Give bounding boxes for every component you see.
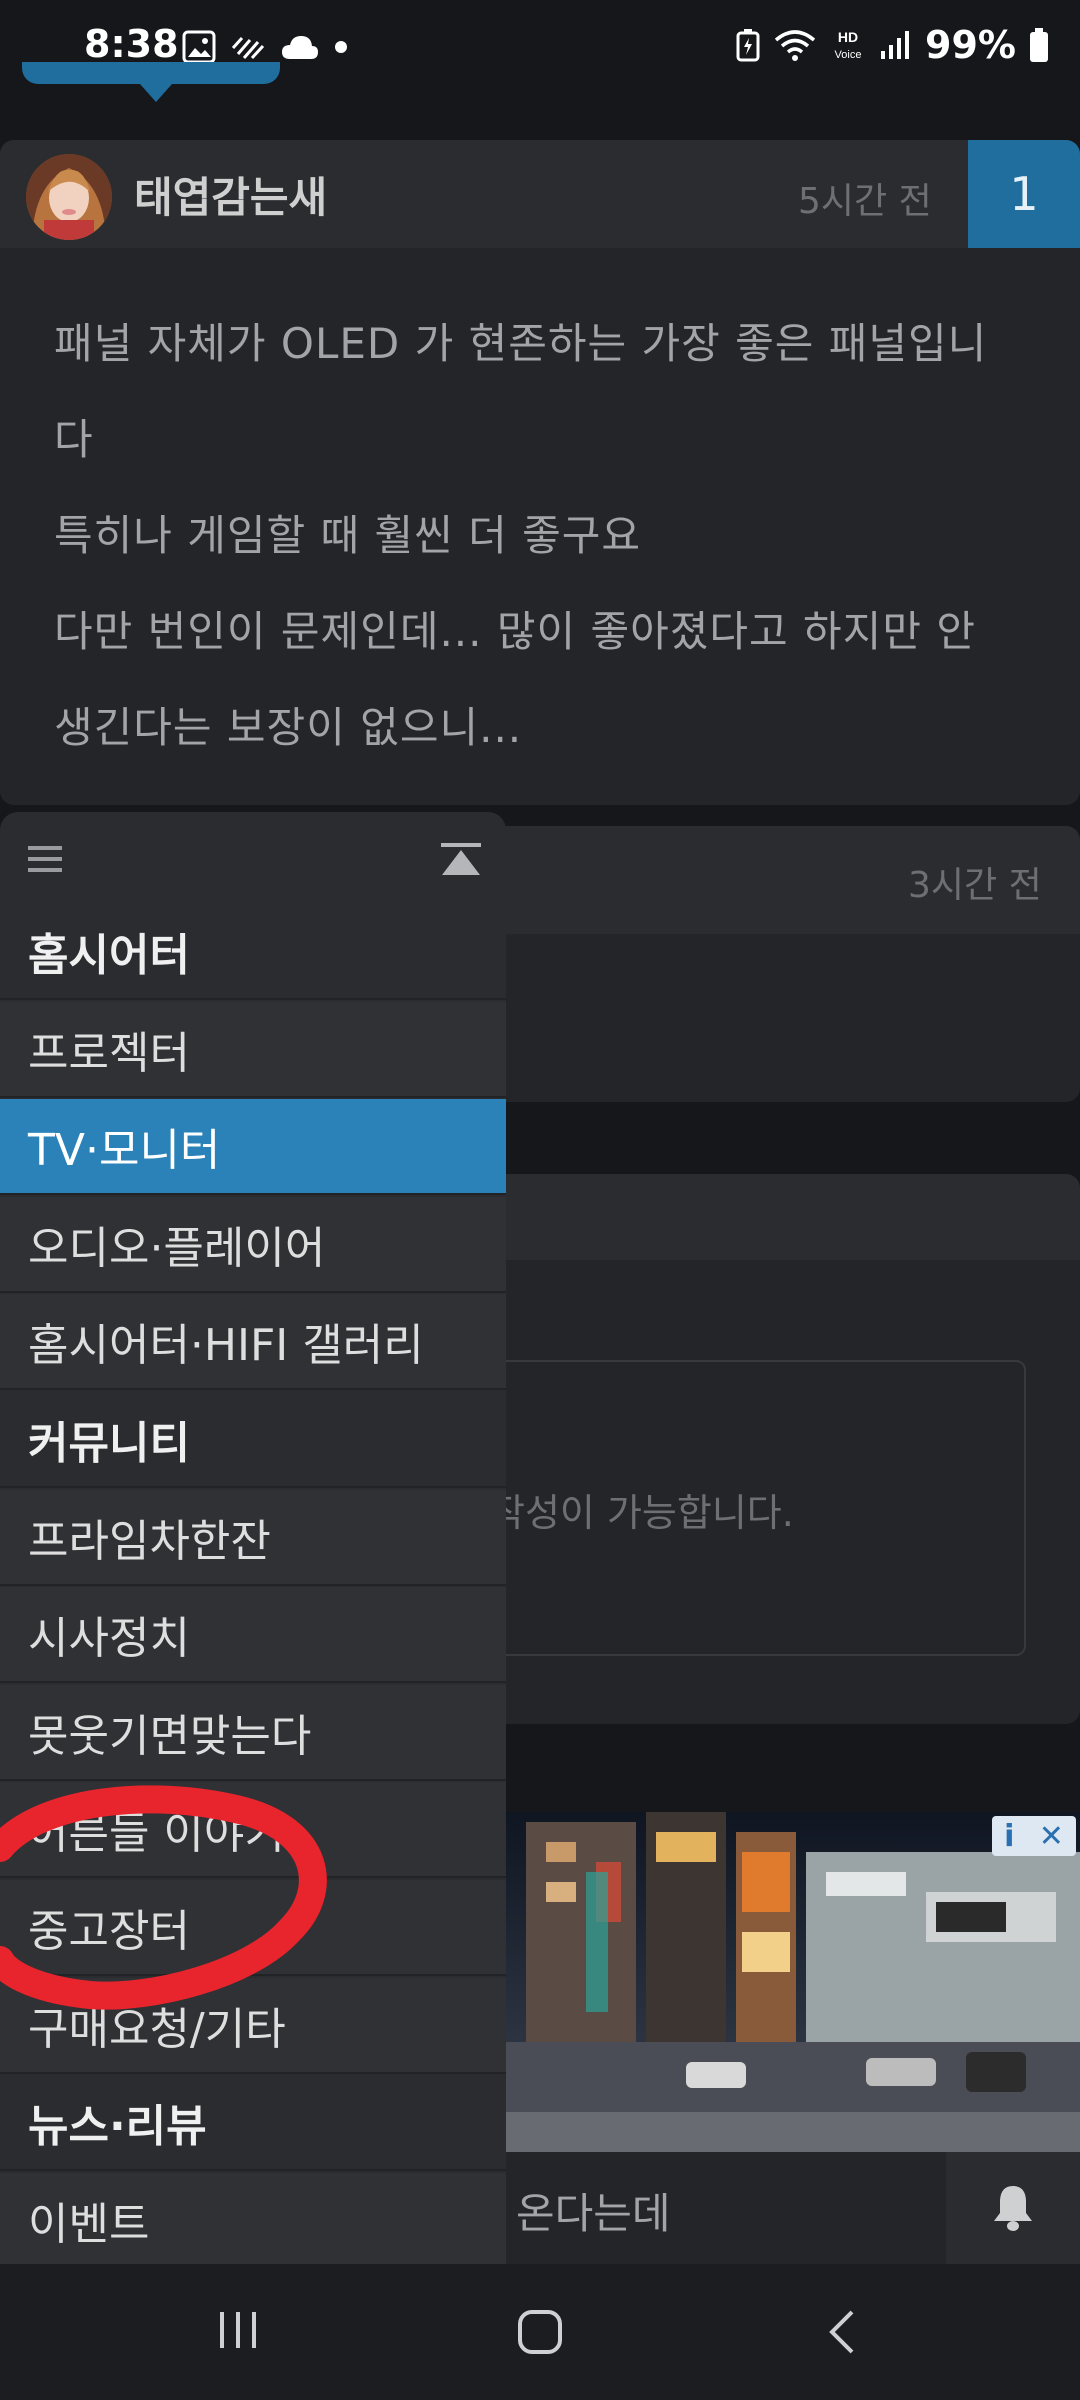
menu-item[interactable]: 시사정치 [0,1587,506,1684]
missed-call-icon [231,36,265,60]
ad-info-icon[interactable]: i [1004,1819,1014,1854]
menu-item[interactable]: 못웃기면맞는다 [0,1684,506,1781]
notification-button[interactable] [946,2152,1080,2264]
menu-section-header: 홈시어터 [0,904,506,1000]
comment-author[interactable]: 태엽감는새 [134,164,327,225]
bottom-title-text[interactable]: 온다는데 [516,2180,671,2241]
comment-line: 생긴다는 보장이 없으니... [54,703,523,752]
status-time: 8:38 [84,22,179,66]
menu-item[interactable]: 오디오·플레이어 [0,1196,506,1293]
avatar[interactable] [26,154,112,240]
wifi-icon [774,30,816,61]
back-icon[interactable] [826,2308,856,2356]
menu-section-header: 커뮤니티 [0,1392,506,1488]
tooltip-tab [22,62,280,84]
dot-icon [335,41,347,53]
home-icon[interactable] [516,2308,564,2356]
signal-icon [881,31,910,59]
comment-number-badge: 1 [968,140,1080,248]
comment2-time: 3시간 전 [908,865,1042,906]
menu-item[interactable]: 이벤트 [0,2172,506,2264]
bell-icon [994,2186,1032,2231]
battery-percent: 99% [925,23,1016,67]
comment-line: 다 [54,415,94,464]
battery-icon [1030,28,1048,62]
reply-placeholder: 작성이 가능합니다. [490,1491,794,1535]
menu-item[interactable]: 홈시어터·HIFI 갤러리 [0,1294,506,1391]
svg-text:Voice: Voice [835,49,862,61]
svg-text:HD: HD [838,29,858,45]
image-icon [182,30,216,64]
ad-banner[interactable] [506,1812,1080,2152]
comment-line: 특히나 게임할 때 훨씬 더 좋구요 [54,511,642,560]
side-menu: 홈시어터 프로젝터 TV·모니터 오디오·플레이어 홈시어터·HIFI 갤러리 커뮤니티 프… [0,812,506,2264]
menu-section-header: 뉴스·리뷰 [0,2075,506,2172]
menu-item[interactable]: 프로젝터 [0,1001,506,1098]
battery-saver-icon [736,29,760,62]
red-annotation-circle [0,1785,327,2010]
menu-item[interactable]: TV·모니터 [0,1099,506,1196]
ad-image [506,1812,1080,2152]
comment-body: 패널 자체가 OLED 가 현존하는 가장 좋은 패널입니 다 특히나 게임할 … [54,296,1034,776]
hd-voice-icon: HD Voice [835,29,862,61]
scroll-top-icon[interactable] [440,842,482,878]
menu-item[interactable]: 프라임차한잔 [0,1489,506,1586]
ad-close-icon[interactable]: ✕ [1039,1819,1064,1854]
recent-apps-icon[interactable] [216,2310,260,2350]
avatar-image [26,154,112,240]
tooltip-caret [140,84,172,102]
comment-line: 다만 번인이 문제인데... 많이 좋아졌다고 하지만 안 [54,607,976,656]
comment-time: 5시간 전 [798,181,932,222]
ad-info-close[interactable]: i ✕ [992,1816,1076,1856]
menu-toolbar [0,812,506,904]
comment-line: 패널 자체가 OLED 가 현존하는 가장 좋은 패널입니 [54,319,988,368]
cloud-icon [282,36,318,59]
status-system-icons: HD Voice 99% [735,22,1050,68]
android-nav-bar [0,2264,1080,2400]
hamburger-icon[interactable] [26,842,64,876]
